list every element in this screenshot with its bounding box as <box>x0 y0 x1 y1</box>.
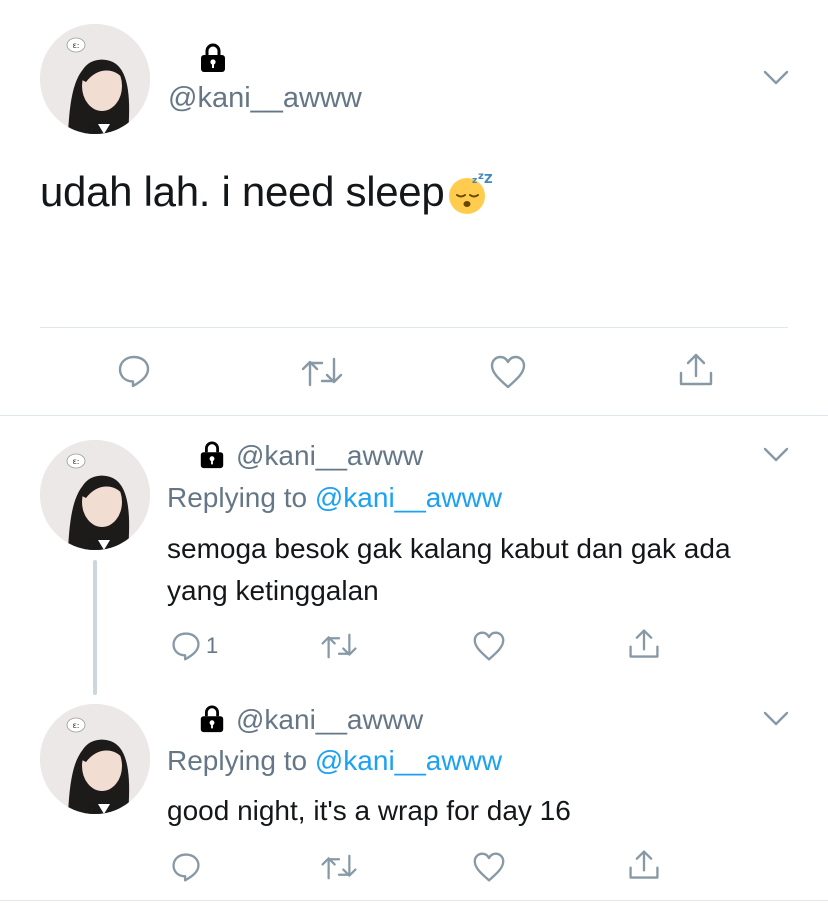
reply-button[interactable]: 1 <box>170 630 218 662</box>
tweet-text: udah lah. i need sleep z z Z <box>40 168 494 216</box>
share-icon <box>679 353 713 386</box>
retweet-icon <box>321 633 357 659</box>
reply-icon <box>118 355 150 388</box>
divider <box>40 327 788 328</box>
retweet-button[interactable] <box>320 631 358 661</box>
like-button[interactable] <box>472 630 506 662</box>
share-icon <box>629 629 659 658</box>
reply-button[interactable] <box>116 353 152 389</box>
retweet-icon <box>301 357 343 387</box>
heart-icon <box>490 355 526 389</box>
lock-icon <box>198 704 226 734</box>
replying-to-label: Replying to <box>167 482 315 513</box>
tweet-text-content: udah lah. i need sleep <box>40 168 445 215</box>
username-handle[interactable]: @kani__awww <box>236 704 423 736</box>
like-button[interactable] <box>472 851 506 883</box>
reply-button[interactable] <box>170 851 202 883</box>
retweet-button[interactable] <box>320 852 358 882</box>
heart-icon <box>473 852 505 882</box>
share-button[interactable] <box>627 848 661 882</box>
lock-icon <box>198 440 226 470</box>
chevron-down-icon[interactable] <box>763 70 789 86</box>
tweet-text: semoga besok gak kalang kabut dan gak ad… <box>167 533 731 606</box>
chevron-down-icon[interactable] <box>763 447 789 463</box>
avatar[interactable]: ɛ: <box>40 704 150 814</box>
share-button[interactable] <box>677 351 715 389</box>
replying-to-label: Replying to <box>167 745 315 776</box>
sleeping-face-emoji: z z Z <box>446 170 494 216</box>
svg-text:z: z <box>472 176 477 186</box>
avatar[interactable]: ɛ: <box>40 440 150 550</box>
mention-link[interactable]: @kani__awww <box>315 745 502 776</box>
retweet-button[interactable] <box>300 355 344 389</box>
replying-to: Replying to @kani__awww <box>167 482 502 514</box>
avatar[interactable]: ɛ: <box>40 24 150 134</box>
svg-text:ɛ:: ɛ: <box>72 41 79 50</box>
svg-text:Z: Z <box>484 172 492 186</box>
like-button[interactable] <box>489 354 527 390</box>
retweet-icon <box>321 854 357 880</box>
reply-icon <box>172 853 200 882</box>
divider <box>0 415 828 416</box>
reply-icon <box>172 632 200 661</box>
replying-to: Replying to @kani__awww <box>167 745 502 777</box>
share-icon <box>629 850 659 879</box>
lock-icon <box>198 42 228 74</box>
share-button[interactable] <box>627 627 661 661</box>
svg-text:ɛ:: ɛ: <box>72 721 79 730</box>
tweet-text: good night, it's a wrap for day 16 <box>167 795 571 826</box>
thread-line <box>93 560 97 695</box>
mention-link[interactable]: @kani__awww <box>315 482 502 513</box>
username-handle[interactable]: @kani__awww <box>168 82 362 115</box>
chevron-down-icon[interactable] <box>763 711 789 727</box>
heart-icon <box>473 631 505 661</box>
username-handle[interactable]: @kani__awww <box>236 440 423 472</box>
reply-count: 1 <box>206 633 219 658</box>
svg-text:ɛ:: ɛ: <box>72 457 79 466</box>
divider <box>0 900 828 901</box>
